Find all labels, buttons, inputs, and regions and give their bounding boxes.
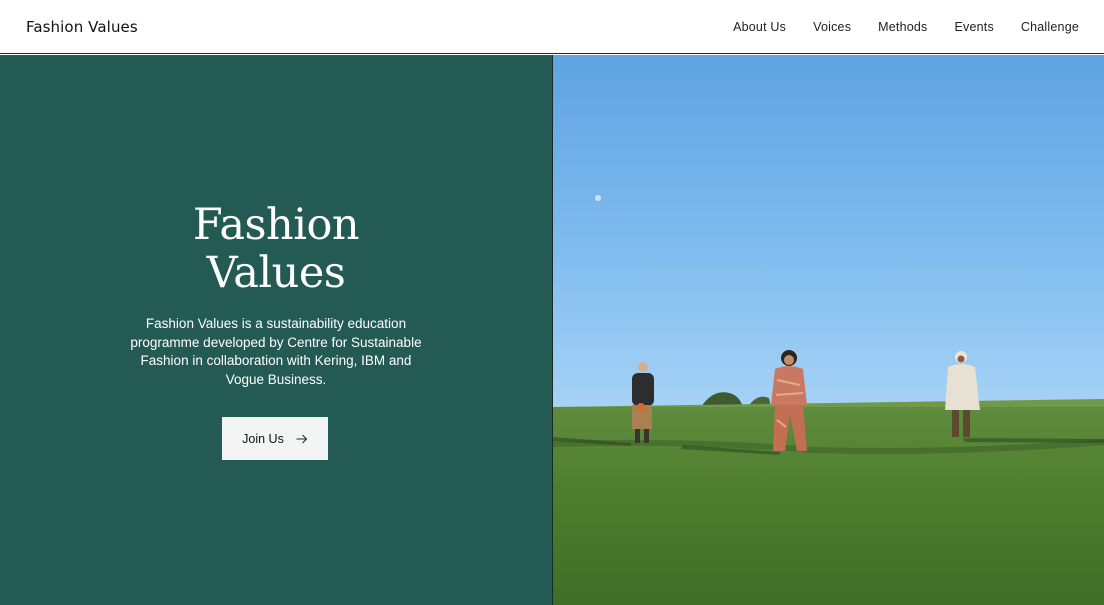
nav-link-methods[interactable]: Methods [878,20,927,34]
join-us-button[interactable]: Join Us [222,417,328,460]
join-us-label: Join Us [242,431,284,446]
hero-photo [553,55,1104,605]
site-logo[interactable]: Fashion Values [26,18,138,36]
nav-link-voices[interactable]: Voices [813,20,851,34]
nav-link-challenge[interactable]: Challenge [1021,20,1079,34]
site-header: Fashion Values About Us Voices Methods E… [0,0,1104,54]
nav-link-events[interactable]: Events [954,20,993,34]
nav-link-about-us[interactable]: About Us [733,20,786,34]
hero-image-panel [552,55,1104,605]
hero-text-panel: Fashion Values Fashion Values is a susta… [0,55,552,605]
hero-section: Fashion Values Fashion Values is a susta… [0,55,1104,605]
hero-description: Fashion Values is a sustainability educa… [130,316,422,387]
arrow-right-icon [296,434,308,443]
main-nav: About Us Voices Methods Events Challenge [706,20,1079,34]
hero-title-line-1: Fashion [192,200,360,250]
hero-title-line-2: Values [206,248,346,298]
hero-title: Fashion Values [0,201,552,297]
